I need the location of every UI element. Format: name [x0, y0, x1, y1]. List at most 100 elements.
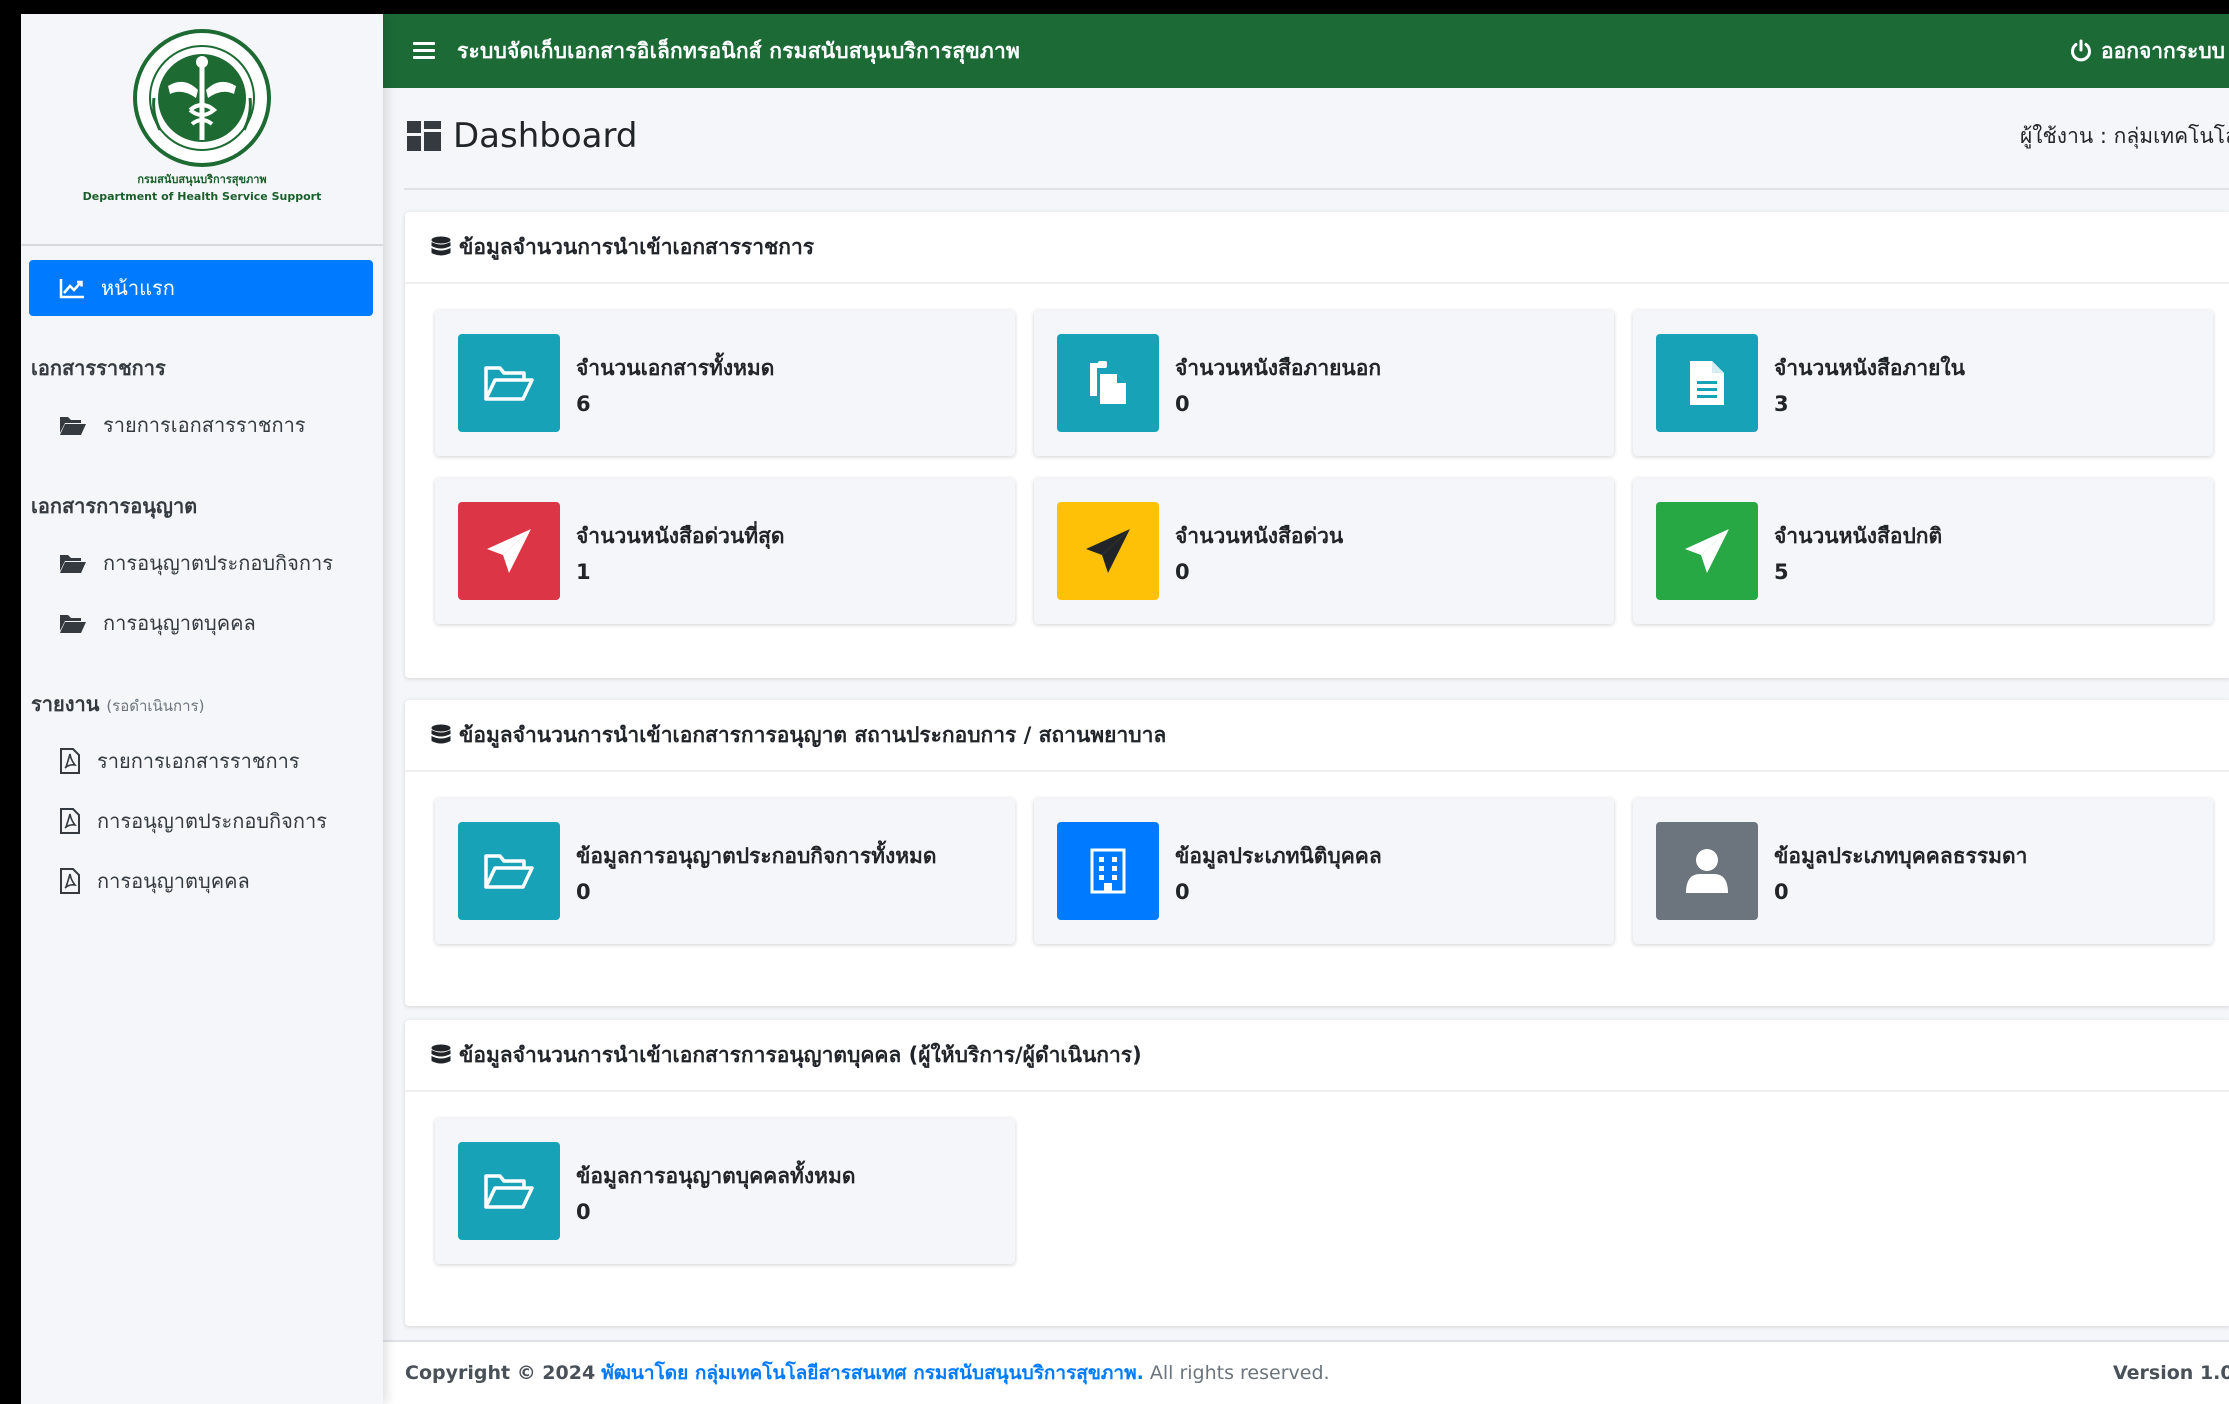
pdf-file-icon: [60, 808, 80, 834]
building-icon: [1090, 848, 1126, 894]
info-box-value: 0: [1175, 392, 1190, 416]
ministry-logo: [133, 29, 271, 167]
user-info: ผู้ใช้งาน : กลุ่มเทคโนโลยีสารสนเทศ สำนัก…: [2020, 123, 2229, 148]
info-box-all-business-permits[interactable]: ข้อมูลการอนุญาตประกอบกิจการทั้งหมด 0: [435, 798, 1015, 944]
info-box-all-person-permits[interactable]: ข้อมูลการอนุญาตบุคคลทั้งหมด 0: [435, 1118, 1015, 1264]
rights-text: All rights reserved.: [1149, 1362, 1330, 1384]
info-box-icon: [1656, 502, 1758, 600]
pdf-file-icon: [60, 868, 80, 894]
info-box-label: ข้อมูลประเภทบุคคลธรรมดา: [1774, 844, 2028, 868]
info-box-icon: [1057, 502, 1159, 600]
sidebar-item-label: การอนุญาตประกอบกิจการ: [97, 809, 327, 833]
info-box-icon: [458, 822, 560, 920]
info-box-value: 0: [1774, 880, 1789, 904]
app-window: กรมสนับสนุนบริการสุขภาพ Department of He…: [21, 14, 2229, 1404]
info-box-most-urgent[interactable]: จำนวนหนังสือด่วนที่สุด 1: [435, 478, 1015, 624]
info-box-icon: [1057, 822, 1159, 920]
card-person-permits: ข้อมูลจำนวนการนำเข้าเอกสารการอนุญาตบุคคล…: [405, 1020, 2229, 1326]
developer-link[interactable]: พัฒนาโดย กลุ่มเทคโนโลยีสารสนเทศ กรมสนับส…: [601, 1362, 1144, 1384]
sidebar-item-business-permits[interactable]: การอนุญาตประกอบกิจการ: [29, 534, 373, 592]
sidebar-item-report-business-permits[interactable]: การอนุญาตประกอบกิจการ: [29, 792, 373, 850]
sidebar-item-report-official-docs[interactable]: รายการเอกสารราชการ: [29, 732, 373, 790]
info-box-label: ข้อมูลประเภทนิติบุคคล: [1175, 844, 1382, 868]
card-title: ข้อมูลจำนวนการนำเข้าเอกสารการอนุญาตบุคคล…: [459, 1042, 1142, 1067]
sidebar-header-official-docs: เอกสารราชการ: [31, 356, 166, 380]
brand-name-en: Department of Health Service Support: [82, 190, 322, 203]
folder-open-icon: [60, 417, 86, 435]
sidebar-item-report-person-permits[interactable]: การอนุญาตบุคคล: [29, 852, 373, 910]
logout-button[interactable]: ออกจากระบบ: [2069, 14, 2229, 88]
folder-open-icon: [484, 1174, 534, 1209]
card-business-permits: ข้อมูลจำนวนการนำเข้าเอกสารการอนุญาต สถาน…: [405, 700, 2229, 1006]
reports-header-label: รายงาน: [31, 692, 100, 716]
database-icon: [431, 1044, 451, 1064]
page-title: Dashboard: [407, 116, 637, 156]
info-box-value: 1: [576, 560, 591, 584]
paper-plane-icon: [1086, 529, 1130, 573]
logout-label: ออกจากระบบ: [2101, 38, 2225, 63]
brand[interactable]: กรมสนับสนุนบริการสุขภาพ Department of He…: [21, 28, 383, 246]
info-box-value: 0: [1175, 880, 1190, 904]
card-title: ข้อมูลจำนวนการนำเข้าเอกสารราชการ: [459, 234, 815, 259]
info-box-icon: [458, 1142, 560, 1240]
info-box-label: จำนวนเอกสารทั้งหมด: [576, 356, 775, 380]
folder-open-icon: [484, 854, 534, 889]
sidebar-header-reports: รายงาน (รอดำเนินการ): [31, 688, 373, 720]
paper-plane-icon: [487, 529, 531, 573]
folder-open-icon: [60, 615, 86, 633]
info-box-label: จำนวนหนังสือด่วน: [1175, 524, 1344, 548]
info-box-value: 5: [1774, 560, 1789, 584]
info-box-total-docs[interactable]: จำนวนเอกสารทั้งหมด 6: [435, 310, 1015, 456]
info-box-icon: [1656, 822, 1758, 920]
sidebar-item-label: รายการเอกสารราชการ: [97, 749, 300, 773]
copy-files-icon: [1090, 361, 1126, 404]
sidebar-item-label: รายการเอกสารราชการ: [103, 413, 306, 437]
info-box-label: ข้อมูลการอนุญาตบุคคลทั้งหมด: [576, 1164, 856, 1188]
power-icon: [2071, 39, 2091, 62]
sidebar-header-permits: เอกสารการอนุญาต: [31, 494, 198, 518]
card-header: ข้อมูลจำนวนการนำเข้าเอกสารการอนุญาตบุคคล…: [405, 1020, 2229, 1092]
info-box-value: 0: [576, 1200, 591, 1224]
folder-open-icon: [484, 366, 534, 401]
info-box-value: 6: [576, 392, 591, 416]
card-official-docs: ข้อมูลจำนวนการนำเข้าเอกสารราชการ จำนวนเอ…: [405, 212, 2229, 678]
info-box-normal[interactable]: จำนวนหนังสือปกติ 5: [1633, 478, 2213, 624]
sidebar-item-home[interactable]: หน้าแรก: [29, 260, 373, 316]
header-divider: [404, 188, 2229, 190]
database-icon: [431, 724, 451, 744]
footer-copyright: Copyright © 2024 พัฒนาโดย กลุ่มเทคโนโลยี…: [405, 1358, 1330, 1388]
info-box-label: จำนวนหนังสือด่วนที่สุด: [576, 524, 785, 548]
system-title: ระบบจัดเก็บเอกสารอิเล็กทรอนิกส์ กรมสนับส…: [457, 38, 1020, 63]
top-navbar: ระบบจัดเก็บเอกสารอิเล็กทรอนิกส์ กรมสนับส…: [383, 14, 2229, 88]
info-box-urgent[interactable]: จำนวนหนังสือด่วน 0: [1034, 478, 1614, 624]
info-box-natural-person[interactable]: ข้อมูลประเภทบุคคลธรรมดา 0: [1633, 798, 2213, 944]
paper-plane-icon: [1685, 529, 1729, 573]
card-header: ข้อมูลจำนวนการนำเข้าเอกสารราชการ: [405, 212, 2229, 284]
info-box-internal-letters[interactable]: จำนวนหนังสือภายใน 3: [1633, 310, 2213, 456]
info-box-icon: [1057, 334, 1159, 432]
info-box-icon: [458, 334, 560, 432]
info-box-value: 0: [1175, 560, 1190, 584]
dashboard-icon: [407, 121, 441, 151]
database-icon: [431, 236, 451, 256]
document-icon: [1690, 361, 1724, 405]
info-box-juristic-person[interactable]: ข้อมูลประเภทนิติบุคคล 0: [1034, 798, 1614, 944]
sidebar-item-official-docs[interactable]: รายการเอกสารราชการ: [29, 396, 373, 454]
copyright-text: Copyright © 2024: [405, 1362, 596, 1384]
card-header: ข้อมูลจำนวนการนำเข้าเอกสารการอนุญาต สถาน…: [405, 700, 2229, 772]
user-icon: [1686, 849, 1728, 893]
hamburger-menu-icon[interactable]: [413, 41, 437, 61]
footer: Copyright © 2024 พัฒนาโดย กลุ่มเทคโนโลยี…: [383, 1340, 2229, 1404]
info-box-value: 3: [1774, 392, 1789, 416]
info-box-external-letters[interactable]: จำนวนหนังสือภายนอก 0: [1034, 310, 1614, 456]
sidebar-item-label: การอนุญาตบุคคล: [97, 869, 250, 893]
info-box-label: จำนวนหนังสือภายใน: [1774, 356, 1966, 380]
sidebar-item-label: การอนุญาตบุคคล: [103, 611, 256, 635]
folder-open-icon: [60, 555, 86, 573]
pdf-file-icon: [60, 748, 80, 774]
page-header: Dashboard ผู้ใช้งาน : กลุ่มเทคโนโลยีสารส…: [383, 88, 2229, 184]
info-box-label: จำนวนหนังสือภายนอก: [1175, 356, 1382, 380]
brand-name-th: กรมสนับสนุนบริการสุขภาพ: [137, 173, 267, 186]
sidebar-nav: หน้าแรก เอกสารราชการ รายการเอกสารราชการ …: [21, 246, 383, 910]
sidebar-item-person-permits[interactable]: การอนุญาตบุคคล: [29, 594, 373, 652]
